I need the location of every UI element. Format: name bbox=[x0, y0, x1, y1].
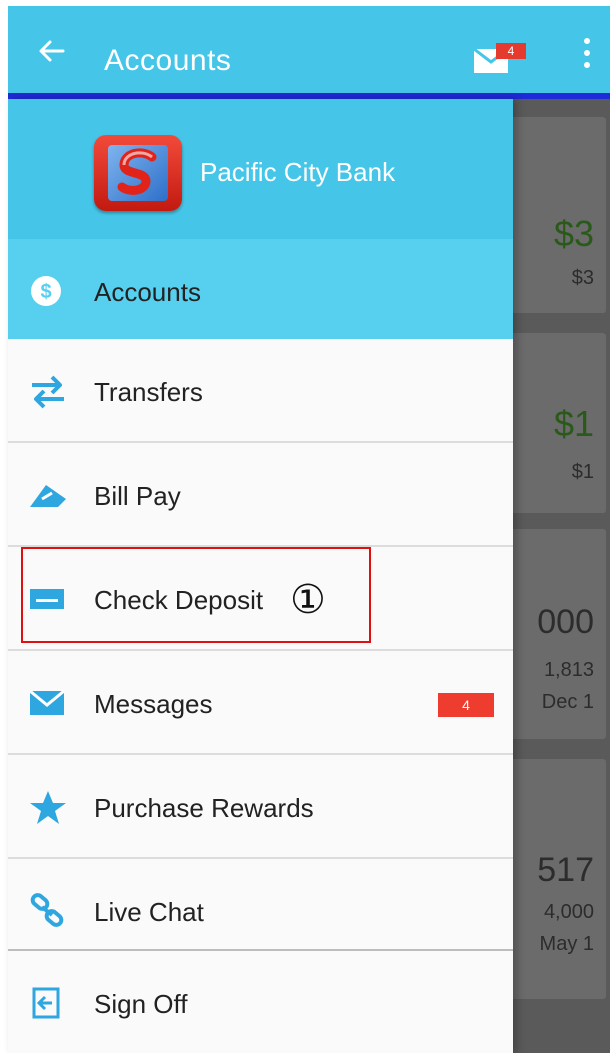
menu-item-label: Sign Off bbox=[94, 989, 188, 1019]
menu-item-label: Accounts bbox=[94, 277, 201, 307]
dollar-circle-icon: $ bbox=[28, 273, 68, 309]
menu-item-messages[interactable]: Messages 4 bbox=[8, 651, 513, 755]
menu-item-label: Messages bbox=[94, 689, 213, 719]
message-count-badge: 4 bbox=[496, 43, 526, 59]
messages-count-badge: 4 bbox=[438, 693, 494, 717]
card-amount: $3 bbox=[553, 213, 594, 254]
back-arrow-icon[interactable] bbox=[36, 36, 66, 66]
envelope-icon bbox=[28, 685, 68, 721]
card-date: Dec 1 bbox=[541, 691, 594, 713]
menu-item-label: Transfers bbox=[94, 377, 203, 407]
menu-item-label: Purchase Rewards bbox=[94, 793, 314, 823]
overflow-menu-icon[interactable] bbox=[582, 38, 592, 72]
menu-item-transfers[interactable]: Transfers bbox=[8, 339, 513, 443]
svg-text:$: $ bbox=[40, 281, 51, 303]
app-bar: Accounts 4 bbox=[8, 6, 610, 95]
bank-logo bbox=[94, 135, 182, 211]
card-sub: $3 bbox=[571, 267, 594, 289]
menu-item-bill-pay[interactable]: Bill Pay bbox=[8, 443, 513, 547]
card-sub: 1,813 bbox=[543, 659, 594, 681]
card-sub: 4,000 bbox=[543, 901, 594, 923]
menu-item-sign-off[interactable]: Sign Off bbox=[8, 949, 513, 1053]
star-icon bbox=[28, 789, 68, 825]
menu-item-label: Live Chat bbox=[94, 897, 204, 927]
bill-pay-icon bbox=[28, 477, 68, 513]
card-line: 000 bbox=[537, 603, 594, 641]
card-date: May 1 bbox=[539, 933, 594, 955]
card-line: 517 bbox=[537, 851, 594, 889]
sign-off-icon bbox=[28, 985, 68, 1021]
page-title: Accounts bbox=[104, 44, 232, 77]
menu-item-live-chat[interactable]: Live Chat bbox=[8, 859, 513, 963]
step-marker: ① bbox=[290, 577, 326, 623]
menu-item-label: Bill Pay bbox=[94, 481, 181, 511]
messages-button[interactable]: 4 bbox=[474, 41, 532, 75]
menu-item-accounts[interactable]: $ Accounts bbox=[8, 239, 513, 343]
chat-link-icon bbox=[28, 893, 68, 929]
bank-name: Pacific City Bank bbox=[200, 157, 396, 187]
card-sub: $1 bbox=[571, 461, 594, 483]
transfer-arrows-icon bbox=[28, 373, 68, 409]
menu-item-purchase-rewards[interactable]: Purchase Rewards bbox=[8, 755, 513, 859]
drawer-header: Pacific City Bank bbox=[8, 99, 513, 239]
card-amount: $1 bbox=[553, 403, 594, 444]
